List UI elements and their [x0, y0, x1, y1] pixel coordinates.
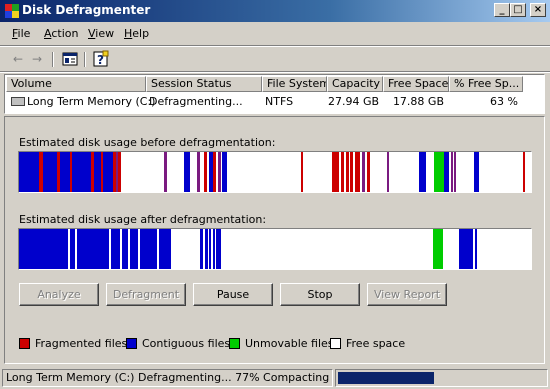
menu-help[interactable]: Help	[124, 27, 149, 40]
title-bar[interactable]: Disk Defragmenter _ □ ×	[0, 0, 550, 22]
legend-contiguous-label: Contiguous files	[142, 337, 231, 350]
progress-bar	[335, 369, 548, 387]
volume-row[interactable]: Long Term Memory (C:) Defragmenting... N…	[6, 93, 544, 110]
forward-arrow-icon[interactable]: →	[28, 50, 46, 68]
column-volume[interactable]: Volume	[6, 76, 146, 92]
column-capacity[interactable]: Capacity	[327, 76, 383, 92]
window-title: Disk Defragmenter	[22, 3, 151, 17]
disk-defragmenter-window: Disk Defragmenter _ □ × File Action View…	[0, 0, 550, 389]
fragmented-swatch	[19, 338, 30, 349]
column-file-system[interactable]: File System	[262, 76, 327, 92]
after-map-graphic	[19, 229, 477, 269]
session-status: Defragmenting...	[149, 95, 243, 108]
hard-drive-icon	[11, 97, 25, 106]
after-disk-map	[18, 228, 532, 270]
unmovable-swatch	[229, 338, 240, 349]
column-free-space[interactable]: Free Space	[383, 76, 449, 92]
pause-button[interactable]: Pause	[193, 283, 273, 306]
legend-unmovable-label: Unmovable files	[245, 337, 334, 350]
percent-free: 63 %	[490, 95, 518, 108]
volume-list[interactable]: Volume Session Status File System Capaci…	[4, 74, 545, 114]
minimize-button[interactable]: _	[494, 3, 510, 17]
column-percent-free[interactable]: % Free Sp...	[449, 76, 523, 92]
analyze-button[interactable]: Analyze	[19, 283, 99, 306]
menu-action[interactable]: Action	[44, 27, 78, 40]
toolbar-separator-bottom	[0, 71, 550, 73]
progress-fill	[338, 372, 434, 384]
contiguous-swatch	[126, 338, 137, 349]
free-space: 17.88 GB	[392, 95, 444, 108]
toolbar-divider	[84, 52, 86, 67]
volume-name: Long Term Memory (C:)	[27, 95, 156, 108]
status-text: Long Term Memory (C:) Defragmenting... 7…	[2, 369, 333, 387]
maximize-button[interactable]: □	[510, 3, 526, 17]
menu-bar: File Action View Help	[0, 25, 550, 43]
defrag-app-icon	[5, 4, 19, 18]
properties-icon[interactable]	[61, 50, 79, 68]
free-swatch	[330, 338, 341, 349]
close-button[interactable]: ×	[530, 3, 546, 17]
legend-fragmented-label: Fragmented files	[35, 337, 128, 350]
menu-file[interactable]: File	[12, 27, 30, 40]
before-map-label: Estimated disk usage before defragmentat…	[19, 136, 276, 149]
before-map-graphic	[19, 152, 525, 192]
after-map-label: Estimated disk usage after defragmentati…	[19, 213, 267, 226]
status-bar: Long Term Memory (C:) Defragmenting... 7…	[0, 368, 550, 389]
menu-view[interactable]: View	[88, 27, 114, 40]
column-session-status[interactable]: Session Status	[146, 76, 262, 92]
help-icon[interactable]: ?	[92, 50, 110, 68]
stop-button[interactable]: Stop	[280, 283, 360, 306]
view-report-button[interactable]: View Report	[367, 283, 447, 306]
before-disk-map	[18, 151, 532, 193]
capacity: 27.94 GB	[328, 95, 380, 108]
file-system: NTFS	[265, 95, 294, 108]
toolbar-divider	[52, 52, 54, 67]
defragment-button[interactable]: Defragment	[106, 283, 186, 306]
legend-free-label: Free space	[346, 337, 406, 350]
back-arrow-icon[interactable]: ←	[9, 50, 27, 68]
toolbar: ← → ?	[0, 47, 550, 71]
